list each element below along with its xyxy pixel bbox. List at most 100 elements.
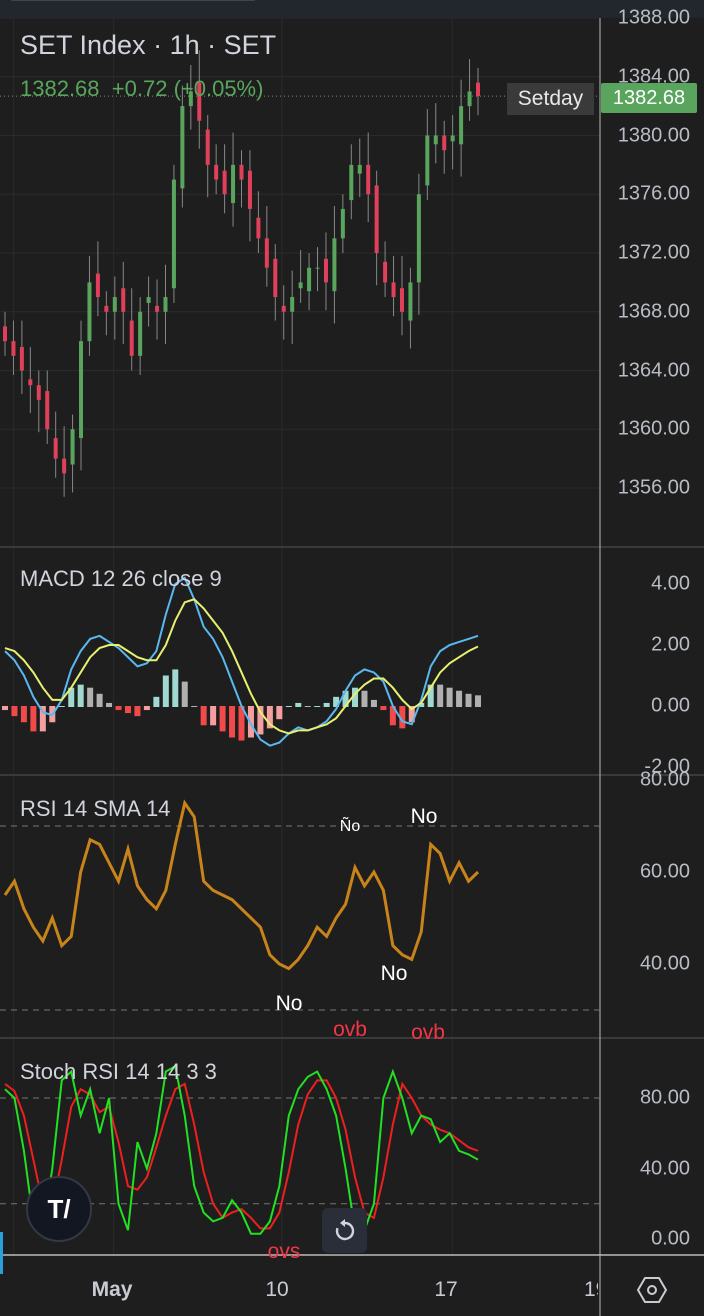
rotate-icon (335, 1218, 354, 1240)
rsi-title[interactable]: RSI 14 SMA 14 (20, 796, 170, 822)
candle (231, 164, 236, 204)
macd-histogram-bar (191, 706, 198, 707)
setday-label: Setday (507, 83, 594, 115)
macd-histogram-bar (200, 706, 207, 726)
price-change-pct: (+0.05%) (173, 76, 264, 101)
candle (332, 238, 337, 292)
candle (36, 385, 41, 400)
price-axis-label: 0.00 (651, 694, 690, 717)
candle (476, 82, 480, 97)
candle (315, 267, 320, 269)
macd-histogram-bar (30, 706, 37, 732)
candle (28, 379, 33, 386)
macd-histogram-bar (380, 706, 387, 711)
candle (433, 135, 438, 145)
price-axis-label: 4.00 (651, 572, 690, 595)
candle (79, 341, 84, 439)
macd-histogram-bar (323, 702, 330, 707)
macd-histogram-bar (295, 702, 302, 707)
top-bar (0, 0, 704, 18)
last-price: 1382.68 (20, 76, 100, 101)
macd-histogram-bar (106, 702, 113, 707)
price-axis-label: 60.00 (639, 860, 690, 883)
candle (129, 320, 134, 356)
price-axis-label: 2.00 (651, 633, 690, 656)
macd-title[interactable]: MACD 12 26 close 9 (20, 566, 222, 592)
macd-histogram-bar (229, 706, 236, 738)
symbol-title[interactable]: SET Index · 1h · SET (20, 30, 276, 61)
candle (180, 106, 185, 189)
macd-histogram-bar (465, 693, 472, 707)
annotation-no: No (380, 962, 408, 985)
candle (138, 311, 143, 356)
candle (425, 135, 430, 186)
macd-histogram-bar (475, 695, 481, 707)
macd-histogram-bar (370, 699, 377, 707)
annotation-ovb: ovb (411, 1021, 445, 1044)
price-axis-label: 1360.00 (617, 417, 690, 440)
annotation-no: No (275, 992, 303, 1015)
candle (45, 391, 50, 430)
settings-hexagon-icon (636, 1277, 668, 1303)
candle (290, 297, 295, 312)
candle (307, 267, 312, 292)
candle (3, 326, 7, 342)
macd-histogram-bar (11, 706, 18, 717)
candle (112, 297, 117, 312)
macd-histogram-bar (446, 687, 453, 707)
candle (264, 238, 269, 268)
macd-histogram-bar (134, 706, 141, 717)
macd-histogram-bar (96, 693, 103, 707)
candle (391, 282, 396, 298)
candle (163, 297, 168, 312)
candle (146, 297, 151, 303)
price-readout: 1382.68 +0.72 (+0.05%) (20, 76, 263, 102)
candle (416, 194, 421, 283)
candle (239, 164, 244, 180)
price-axis-label: 1384.00 (617, 65, 690, 88)
rsi-line (3, 799, 480, 971)
price-axis-label: 40.00 (639, 952, 690, 975)
annotation-no: No (410, 805, 438, 828)
candle (408, 282, 413, 321)
candle (374, 185, 379, 253)
candle (104, 305, 109, 312)
candle (467, 91, 472, 107)
tradingview-logo[interactable]: T/ (26, 1176, 92, 1242)
chart-canvas[interactable] (0, 18, 704, 1316)
time-label: 19 (584, 1278, 598, 1301)
macd-histogram-bar (77, 684, 84, 707)
drag-handle[interactable] (10, 0, 256, 1)
candle (19, 347, 24, 371)
macd-histogram-bar (2, 706, 8, 711)
price-axis-label: 1368.00 (617, 300, 690, 323)
macd-histogram-bar (143, 706, 150, 711)
macd-histogram-bar (437, 684, 444, 707)
reset-chart-button[interactable] (322, 1208, 367, 1253)
candle (366, 164, 371, 195)
macd-histogram-bar (20, 706, 27, 723)
candle (357, 164, 362, 174)
candle (450, 135, 455, 142)
macd-histogram-bar (304, 706, 311, 707)
candle (459, 106, 464, 145)
price-axis-label: 1364.00 (617, 359, 690, 381)
candle (281, 305, 286, 312)
macd-histogram-bar (172, 669, 179, 707)
annotation-no: Ño (339, 818, 361, 835)
side-handle[interactable] (0, 1232, 3, 1274)
macd-histogram-bar (124, 706, 131, 714)
stoch-title[interactable]: Stoch RSI 14 14 3 3 (20, 1059, 217, 1085)
settings-button[interactable] (636, 1276, 668, 1309)
price-change: +0.72 (111, 76, 168, 101)
candle (70, 429, 75, 465)
candle (121, 288, 126, 312)
macd-histogram-bar (210, 706, 217, 726)
price-axis-label: 40.00 (639, 1157, 690, 1179)
price-axis-label: 0.00 (651, 1227, 690, 1250)
candle (383, 261, 388, 283)
macd-histogram-bar (361, 690, 368, 707)
macd-histogram-bar (115, 706, 122, 711)
macd-histogram-bar (276, 706, 283, 720)
candle (256, 217, 261, 239)
